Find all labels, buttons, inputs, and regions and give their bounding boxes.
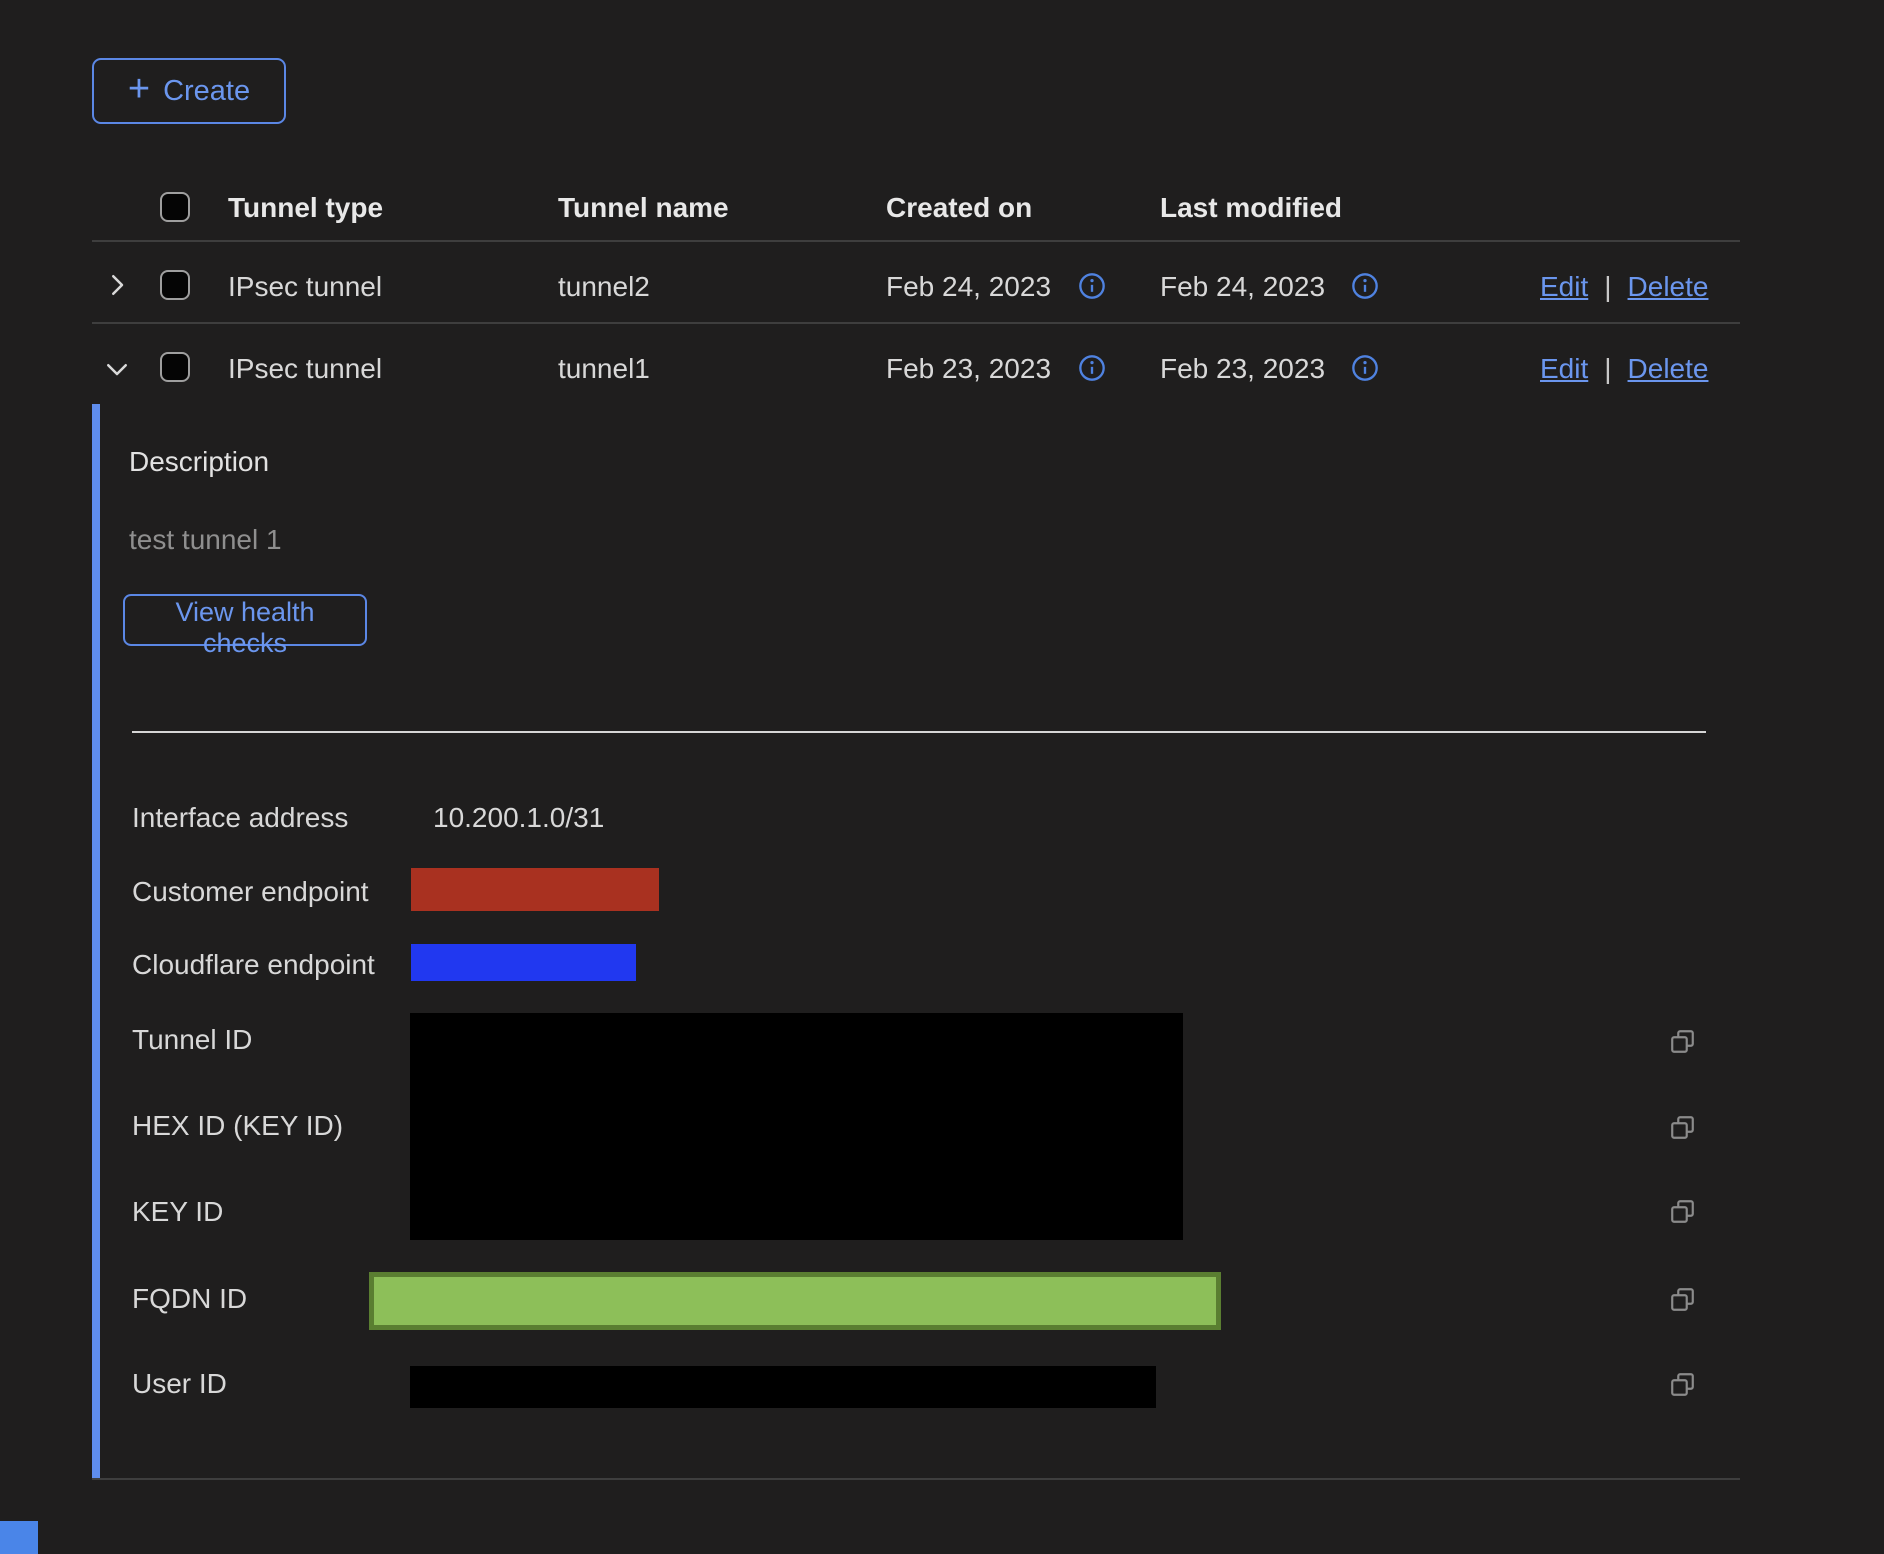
hex-id-label: HEX ID (KEY ID) [132,1110,343,1142]
fqdn-id-redacted-value [369,1272,1221,1330]
copy-icon[interactable] [1668,1285,1697,1314]
cloudflare-endpoint-label: Cloudflare endpoint [132,949,375,981]
create-button[interactable]: + Create [92,58,286,124]
last-modified-cell: Feb 24, 2023 [1160,271,1325,303]
description-label: Description [129,446,269,478]
copy-icon[interactable] [1668,1197,1697,1226]
header-last-modified: Last modified [1160,192,1342,224]
bottom-left-blue-marker [0,1521,38,1554]
key-id-label: KEY ID [132,1196,223,1228]
tunnel-type-cell: IPsec tunnel [228,271,382,303]
info-icon[interactable] [1078,354,1106,382]
customer-endpoint-redacted-value [411,868,659,911]
created-on-cell: Feb 23, 2023 [886,353,1051,385]
row-actions: Edit | Delete [1540,271,1708,303]
info-icon[interactable] [1351,354,1379,382]
fqdn-id-label: FQDN ID [132,1283,247,1315]
user-id-label: User ID [132,1368,227,1400]
row-checkbox-tunnel2[interactable] [160,270,190,300]
action-separator: | [1604,271,1611,303]
chevron-right-icon[interactable] [102,270,132,300]
action-separator: | [1604,353,1611,385]
tunnel-id-label: Tunnel ID [132,1024,252,1056]
interface-address-label: Interface address [132,802,348,834]
user-id-redacted-value [410,1366,1156,1408]
plus-icon: + [128,70,150,108]
row-checkbox-tunnel1[interactable] [160,352,190,382]
delete-link-tunnel1[interactable]: Delete [1628,353,1709,385]
tunnels-page: + Create Tunnel type Tunnel name Created… [0,0,1884,1554]
customer-endpoint-label: Customer endpoint [132,876,369,908]
header-tunnel-name: Tunnel name [558,192,729,224]
tunnel-name-cell: tunnel2 [558,271,650,303]
description-value: test tunnel 1 [129,524,282,556]
panel-divider [132,731,1706,733]
create-button-label: Create [163,75,250,108]
expanded-panel-indicator-bar [92,404,100,1478]
edit-link-tunnel2[interactable]: Edit [1540,271,1588,303]
interface-address-value: 10.200.1.0/31 [433,802,604,834]
select-all-checkbox[interactable] [160,192,190,222]
cloudflare-endpoint-redacted-value [411,944,636,981]
edit-link-tunnel1[interactable]: Edit [1540,353,1588,385]
last-modified-cell: Feb 23, 2023 [1160,353,1325,385]
view-health-checks-button[interactable]: View health checks [123,594,367,646]
copy-icon[interactable] [1668,1113,1697,1142]
header-tunnel-type: Tunnel type [228,192,383,224]
info-icon[interactable] [1351,272,1379,300]
copy-icon[interactable] [1668,1027,1697,1056]
tunnel-name-cell: tunnel1 [558,353,650,385]
chevron-down-icon[interactable] [102,354,132,384]
created-on-cell: Feb 24, 2023 [886,271,1051,303]
header-divider [92,240,1740,242]
ids-redacted-block [410,1013,1183,1240]
header-created-on: Created on [886,192,1032,224]
panel-bottom-divider [92,1478,1740,1480]
copy-icon[interactable] [1668,1370,1697,1399]
delete-link-tunnel2[interactable]: Delete [1628,271,1709,303]
tunnel-type-cell: IPsec tunnel [228,353,382,385]
info-icon[interactable] [1078,272,1106,300]
row-actions: Edit | Delete [1540,353,1708,385]
row-divider [92,322,1740,324]
